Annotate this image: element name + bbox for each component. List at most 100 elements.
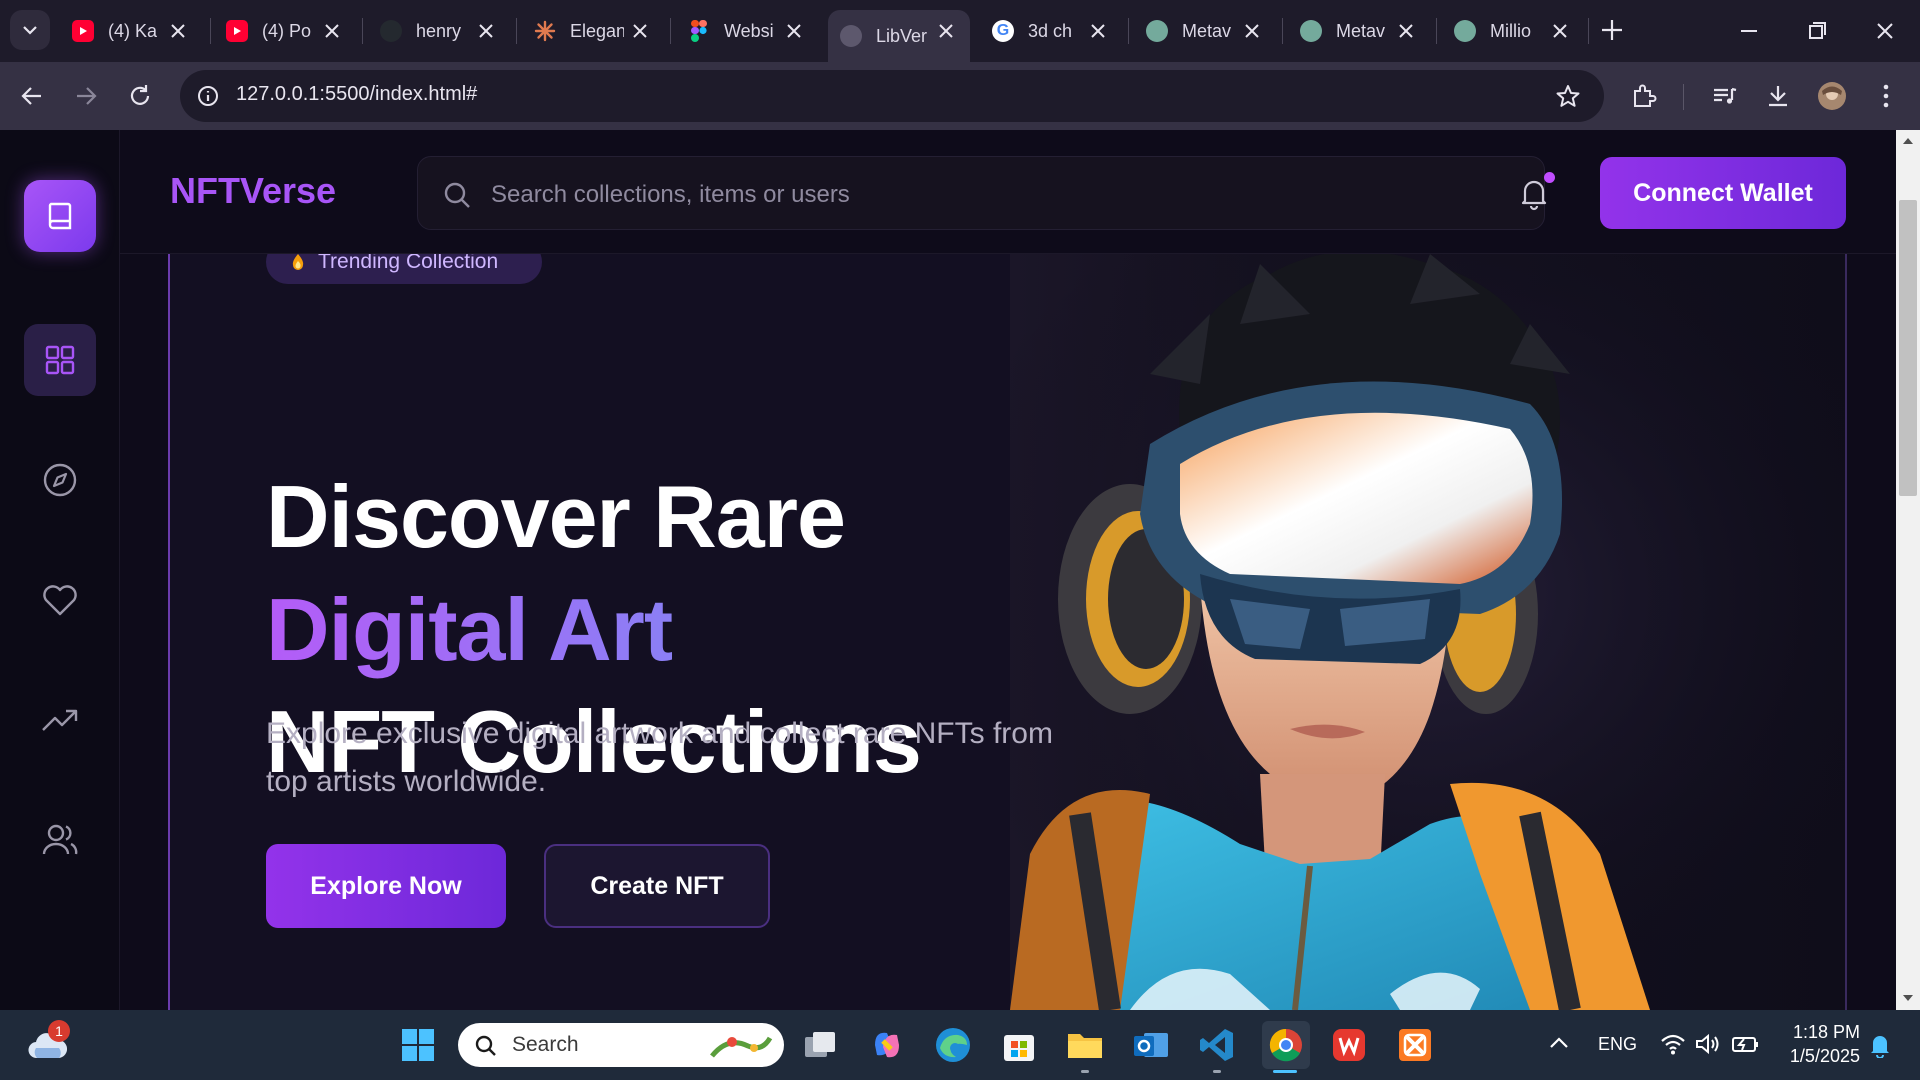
close-icon[interactable]: [476, 21, 496, 41]
browser-menu-button[interactable]: [1870, 80, 1902, 112]
language-indicator[interactable]: ENG: [1598, 1034, 1637, 1055]
search-highlight-illustration: [710, 1036, 773, 1058]
media-controls-button[interactable]: [1708, 80, 1740, 112]
tab-divider: [1282, 18, 1283, 44]
github-icon: [380, 20, 402, 42]
close-icon[interactable]: [1088, 21, 1108, 41]
scroll-down-icon[interactable]: [1902, 993, 1914, 1003]
chevron-up-icon[interactable]: [1549, 1035, 1569, 1049]
microsoft-store-button[interactable]: [998, 1024, 1040, 1066]
browser-tab[interactable]: (4) Ka: [60, 10, 202, 52]
close-icon[interactable]: [168, 21, 188, 41]
brand-name[interactable]: NFTVerse: [170, 170, 336, 212]
globe-icon: [840, 25, 862, 47]
profile-button[interactable]: [1816, 80, 1848, 112]
system-clock[interactable]: 1:18 PM 1/5/2025: [1760, 1020, 1860, 1068]
start-button[interactable]: [397, 1024, 439, 1066]
chrome-icon: [1269, 1028, 1302, 1062]
hero-title-line-2: Digital Art: [266, 580, 673, 679]
window-close-icon[interactable]: [1868, 14, 1902, 48]
tab-divider: [362, 18, 363, 44]
forward-button[interactable]: [70, 80, 102, 112]
copilot-button[interactable]: [866, 1024, 908, 1066]
trending-up-icon: [42, 709, 78, 731]
file-explorer-button[interactable]: [1064, 1024, 1106, 1066]
avatar-icon: [1818, 82, 1846, 110]
running-indicator: [1081, 1070, 1089, 1073]
outlook-button[interactable]: [1130, 1024, 1172, 1066]
search-input[interactable]: Search collections, items or users: [417, 156, 1545, 230]
task-view-button[interactable]: [800, 1024, 842, 1066]
close-icon[interactable]: [630, 21, 650, 41]
scrollbar-thumb[interactable]: [1899, 200, 1917, 496]
sidebar-item-trending[interactable]: [24, 684, 96, 756]
app-logo[interactable]: [24, 180, 96, 252]
site-info-button[interactable]: [192, 80, 224, 112]
notification-dot: [1544, 172, 1555, 183]
wps-office-button[interactable]: [1328, 1024, 1370, 1066]
reload-button[interactable]: [124, 80, 156, 112]
tab-title: LibVer: [876, 25, 928, 46]
sidebar-item-dashboard[interactable]: [24, 324, 96, 396]
youtube-icon: [72, 20, 94, 42]
minimize-icon[interactable]: [1732, 14, 1766, 48]
tab-divider: [516, 18, 517, 44]
tab-divider: [670, 18, 671, 44]
battery-charging-icon[interactable]: [1730, 1032, 1760, 1056]
star-icon: [1556, 85, 1580, 107]
xampp-button[interactable]: [1394, 1024, 1436, 1066]
scroll-up-icon[interactable]: [1902, 136, 1914, 146]
explore-now-button[interactable]: Explore Now: [266, 844, 506, 928]
flame-icon: [292, 254, 304, 270]
tab-search-button[interactable]: [10, 10, 50, 50]
browser-tab[interactable]: Millio: [1442, 10, 1584, 52]
tab-divider: [1436, 18, 1437, 44]
running-indicator: [1213, 1070, 1221, 1073]
wifi-icon[interactable]: [1660, 1032, 1686, 1056]
chatgpt-icon: [1300, 20, 1322, 42]
sidebar-item-explore[interactable]: [24, 444, 96, 516]
bookmark-button[interactable]: [1552, 80, 1584, 112]
back-button[interactable]: [16, 80, 48, 112]
connect-wallet-button[interactable]: Connect Wallet: [1600, 157, 1846, 229]
vscode-button[interactable]: [1196, 1024, 1238, 1066]
browser-tab-active[interactable]: LibVer: [828, 10, 970, 62]
close-icon[interactable]: [1550, 21, 1570, 41]
browser-tab[interactable]: Metav: [1288, 10, 1430, 52]
restore-icon[interactable]: [1800, 14, 1834, 48]
puzzle-icon: [1634, 84, 1657, 107]
youtube-icon: [226, 20, 248, 42]
close-icon[interactable]: [784, 21, 804, 41]
tab-divider: [210, 18, 211, 44]
volume-icon[interactable]: [1694, 1032, 1722, 1056]
chatgpt-icon: [1146, 20, 1168, 42]
taskbar-search[interactable]: Search: [458, 1023, 784, 1067]
tab-divider: [1588, 18, 1589, 44]
browser-tab[interactable]: henry: [368, 10, 510, 52]
close-icon[interactable]: [322, 21, 342, 41]
xampp-icon: [1399, 1029, 1431, 1061]
browser-tab[interactable]: (4) Po: [214, 10, 356, 52]
tab-title: Metav: [1336, 20, 1386, 41]
toolbar-divider: [1683, 84, 1684, 110]
browser-tab[interactable]: G 3d ch: [980, 10, 1122, 52]
clock-time: 1:18 PM: [1792, 1022, 1860, 1042]
notification-bell-icon[interactable]: [1868, 1032, 1892, 1058]
sidebar-item-community[interactable]: [24, 804, 96, 876]
browser-tab[interactable]: Metav: [1134, 10, 1276, 52]
chatgpt-icon: [1454, 20, 1476, 42]
downloads-button[interactable]: [1762, 80, 1794, 112]
close-icon[interactable]: [1396, 21, 1416, 41]
browser-tab[interactable]: Elegan: [522, 10, 664, 52]
sidebar-item-favorites[interactable]: [24, 564, 96, 636]
browser-tab[interactable]: Websi: [676, 10, 818, 52]
chrome-button[interactable]: [1262, 1021, 1310, 1069]
close-icon[interactable]: [1242, 21, 1262, 41]
edge-button[interactable]: [932, 1024, 974, 1066]
create-nft-button[interactable]: Create NFT: [544, 844, 770, 928]
close-icon[interactable]: [936, 21, 956, 41]
copilot-icon: [875, 1032, 899, 1058]
new-tab-icon[interactable]: [1598, 16, 1626, 44]
extensions-button[interactable]: [1628, 80, 1660, 112]
wps-icon: [1333, 1029, 1365, 1061]
